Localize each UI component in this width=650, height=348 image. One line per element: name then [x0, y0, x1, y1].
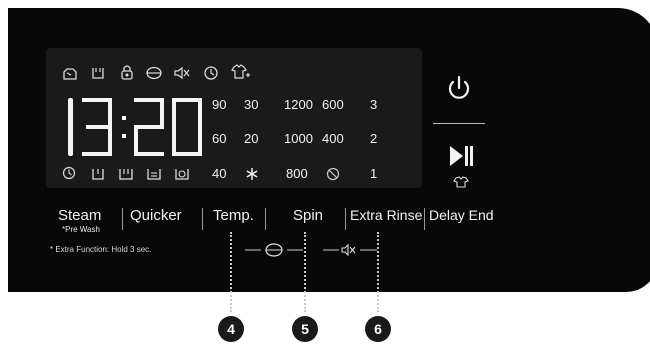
- extra-function-note: * Extra Function: Hold 3 sec.: [50, 245, 152, 254]
- button-separator: [265, 208, 266, 230]
- timer-icon: [203, 65, 219, 81]
- leader-line-5: [304, 232, 306, 312]
- temp-button[interactable]: Temp.: [213, 207, 254, 224]
- delay-end-button[interactable]: Delay End: [429, 207, 494, 223]
- temp-90: 90: [212, 97, 227, 112]
- leader-line-6: [377, 232, 379, 312]
- temp-40: 40: [212, 166, 227, 181]
- snowflake-icon: [245, 167, 259, 181]
- rinse-1: 1: [370, 166, 378, 181]
- steam-sublabel: *Pre Wash: [62, 225, 100, 234]
- spin-1000: 1000: [284, 131, 313, 146]
- water-basin-icon: [91, 66, 105, 80]
- spin-600: 600: [322, 97, 344, 112]
- eco-combo-icon: [245, 243, 303, 257]
- spin-400: 400: [322, 131, 344, 146]
- mute-icon: [174, 66, 190, 80]
- basin-icon: [91, 167, 105, 181]
- shirt-plus-icon: [230, 64, 250, 80]
- power-icon[interactable]: [447, 75, 471, 101]
- prewash-icon: [146, 167, 162, 181]
- quicker-button[interactable]: Quicker: [130, 207, 182, 224]
- spin-1200: 1200: [284, 97, 313, 112]
- rinse-2: 2: [370, 131, 378, 146]
- marker-6: 6: [365, 316, 391, 342]
- rinse-3: 3: [370, 97, 378, 112]
- button-separator: [345, 208, 346, 230]
- temp-60: 60: [212, 131, 227, 146]
- leader-line-4: [230, 232, 232, 312]
- temp-20: 20: [244, 131, 259, 146]
- spin-800: 800: [286, 166, 308, 181]
- marker-4: 4: [218, 316, 244, 342]
- washing-machine-control-panel: 13 20 90 30 60 20 40 1200 600 1000 400 8…: [0, 0, 650, 348]
- clock-icon: [62, 166, 76, 180]
- play-pause-icon[interactable]: [448, 145, 474, 167]
- door-lock-steam-icon: [61, 66, 79, 80]
- shirt-icon: [453, 176, 469, 188]
- child-lock-icon: [120, 64, 134, 80]
- button-separator: [122, 208, 123, 230]
- steam-button[interactable]: Steam: [58, 207, 101, 224]
- control-divider: [433, 123, 485, 124]
- extra-rinse-button[interactable]: Extra Rinse: [350, 207, 422, 223]
- eco-drum-icon: [145, 66, 163, 80]
- temp-30: 30: [244, 97, 259, 112]
- no-spin-icon: [326, 167, 340, 181]
- mute-combo-icon: [323, 243, 377, 257]
- double-basin-icon: [118, 167, 134, 181]
- button-separator: [202, 208, 203, 230]
- button-separator: [424, 208, 425, 230]
- spin-button[interactable]: Spin: [293, 207, 323, 224]
- time-display: [68, 98, 202, 156]
- marker-5: 5: [292, 316, 318, 342]
- steam-basin-icon: [174, 166, 190, 182]
